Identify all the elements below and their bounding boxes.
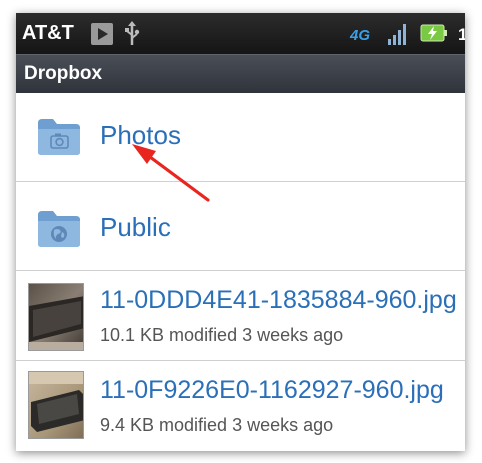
folder-camera-icon — [36, 115, 82, 162]
folder-name-photos: Photos — [100, 120, 181, 150]
svg-text:1: 1 — [458, 25, 465, 43]
usb-icon — [124, 21, 140, 52]
file-meta: 9.4 KB modified 3 weeks ago — [100, 415, 334, 435]
signal-icon — [388, 21, 410, 52]
file-row[interactable]: 11-0F9226E0-1162927-960.jpg 9.4 KB modif… — [16, 361, 465, 451]
battery-charging-icon — [420, 23, 448, 48]
file-thumbnail — [28, 371, 84, 439]
network-type-label: 4G — [349, 27, 370, 44]
app-bar: Dropbox — [16, 54, 465, 93]
screenshot-frame: AT&T 4G 1 Dropbox Photos Public 11-0DDD4… — [16, 13, 465, 451]
status-bar: AT&T 4G 1 — [16, 13, 465, 54]
carrier-label: AT&T — [22, 22, 74, 44]
file-row[interactable]: 11-0DDD4E41-1835884-960.jpg 10.1 KB modi… — [16, 271, 465, 361]
folder-name-public: Public — [100, 212, 171, 242]
folder-row-public[interactable]: Public — [16, 182, 465, 271]
app-title: Dropbox — [24, 63, 103, 84]
file-meta: 10.1 KB modified 3 weeks ago — [100, 325, 344, 345]
play-store-icon — [91, 23, 113, 50]
folder-globe-icon — [36, 207, 82, 254]
file-thumbnail — [28, 283, 84, 351]
folder-row-photos[interactable]: Photos — [16, 93, 465, 182]
clock-partial: 1 — [458, 25, 465, 43]
file-name: 11-0DDD4E41-1835884-960.jpg — [100, 286, 457, 314]
network-4g-icon: 4G — [349, 24, 379, 49]
file-name: 11-0F9226E0-1162927-960.jpg — [100, 376, 444, 404]
